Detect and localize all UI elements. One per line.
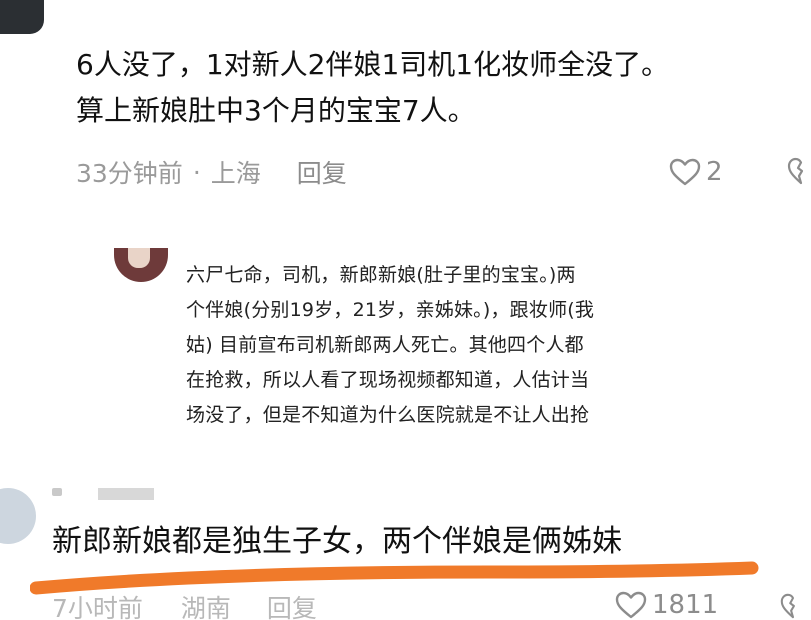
like-count: 1811 — [652, 590, 719, 620]
dislike-button[interactable] — [786, 156, 811, 190]
like-count: 2 — [706, 157, 723, 187]
comment-meta: 7小时前 湖南 回复 — [52, 592, 317, 620]
comment-text-line: 算上新娘肚中3个月的宝宝7人。 — [76, 94, 476, 127]
quoted-line: 在抢救，所以人看了现场视频都知道，人估计当 — [186, 369, 590, 391]
comment-text: 新郎新娘都是独生子女，两个伴娘是俩姊妹 — [52, 524, 622, 559]
heart-icon — [669, 158, 701, 186]
avatar[interactable] — [0, 0, 44, 34]
comment-location: 湖南 — [180, 594, 231, 620]
reply-button[interactable]: 回复 — [297, 154, 347, 190]
comment-text: 6人没了，1对新人2伴娘1司机1化妆师全没了。 算上新娘肚中3个月的宝宝7人。 — [76, 42, 796, 134]
comment-time: 33分钟前 — [76, 159, 183, 188]
comment-text-line: 6人没了，1对新人2伴娘1司机1化妆师全没了。 — [76, 48, 670, 81]
reply-button[interactable]: 回复 — [267, 589, 317, 620]
quoted-reply-text: 六尸七命，司机，新郎新娘(肚子里的宝宝。)两 个伴娘(分别19岁，21岁，亲姊妹… — [186, 258, 706, 433]
quoted-line: 六尸七命，司机，新郎新娘(肚子里的宝宝。)两 — [186, 264, 576, 286]
avatar[interactable] — [0, 488, 36, 544]
comment-meta: 33分钟前 · 上海 回复 — [76, 152, 347, 192]
comment-location: 上海 — [210, 159, 261, 188]
quoted-avatar — [114, 248, 168, 282]
quoted-line: 场没了，但是不知道为什么医院就是不让人出抢 — [186, 404, 590, 426]
comment-thread: 6人没了，1对新人2伴娘1司机1化妆师全没了。 算上新娘肚中3个月的宝宝7人。 … — [0, 0, 811, 620]
dislike-button[interactable] — [778, 592, 808, 620]
quoted-line: 个伴娘(分别19岁，21岁，亲姊妹。)，跟妆师(我 — [186, 299, 595, 321]
like-button[interactable]: 2 — [668, 154, 723, 190]
username-redacted[interactable] — [52, 486, 182, 500]
broken-heart-icon — [787, 157, 804, 185]
heart-icon — [615, 591, 647, 619]
broken-heart-icon — [780, 593, 795, 619]
meta-separator: · — [192, 157, 201, 187]
comment-time: 7小时前 — [52, 594, 143, 620]
quoted-line: 姑) 目前宣布司机新郎两人死亡。其他四个人都 — [186, 334, 584, 356]
like-button[interactable]: 1811 — [614, 590, 718, 620]
